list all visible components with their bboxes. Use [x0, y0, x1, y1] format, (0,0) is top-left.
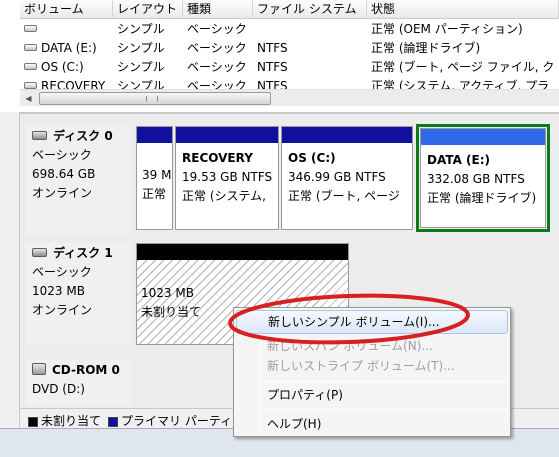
- disk-size: 1023 MB: [32, 284, 85, 298]
- column-layout[interactable]: レイアウト: [113, 0, 183, 19]
- volume-layout: シンプル: [117, 79, 165, 89]
- disk-state: オンライン: [32, 303, 93, 317]
- menu-separator: [264, 381, 508, 382]
- menu-item-help[interactable]: ヘルプ(H): [236, 412, 508, 436]
- disk-name: ディスク 0: [53, 129, 113, 143]
- partition-name: OS (C:): [288, 151, 336, 165]
- partition-bar: [421, 129, 545, 145]
- unallocated-bar: [137, 244, 348, 260]
- volume-fs: NTFS: [257, 41, 288, 55]
- partition-os[interactable]: OS (C:) 346.99 GB NTFS 正常 (ブート, ページ: [281, 126, 413, 230]
- disk-type: ベーシック: [32, 265, 92, 279]
- volume-name: RECOVERY: [41, 79, 106, 89]
- menu-item-new-simple-volume[interactable]: 新しいシンプル ボリューム(I)...: [236, 310, 508, 334]
- disk-1-label[interactable]: ディスク 1 ベーシック 1023 MB オンライン: [26, 243, 131, 345]
- volume-status: 正常 (OEM パーティション): [371, 22, 523, 36]
- legend-item-unallocated: 未割り当て: [28, 412, 101, 429]
- disk-0-label[interactable]: ディスク 0 ベーシック 698.64 GB オンライン: [26, 126, 131, 234]
- unallocated-size: 1023 MB: [141, 286, 194, 300]
- cdrom-name: CD-ROM 0: [52, 363, 120, 377]
- volume-type: ベーシック: [187, 22, 247, 36]
- partition-data[interactable]: DATA (E:) 332.08 GB NTFS 正常 (論理ドライブ): [420, 128, 546, 228]
- volume-fs: [257, 20, 367, 39]
- partition-bar: [176, 127, 278, 143]
- volume-type: ベーシック: [187, 41, 247, 55]
- disk-size: 698.64 GB: [32, 167, 96, 181]
- volume-layout: シンプル: [117, 60, 165, 74]
- volume-icon: [24, 63, 37, 70]
- legend-item-primary: プライマリ パーティ: [108, 412, 232, 429]
- volume-name: DATA (E:): [41, 41, 97, 55]
- partition-status: 正常: [142, 187, 167, 201]
- partition-recovery[interactable]: RECOVERY 19.53 GB NTFS 正常 (システム,: [175, 126, 279, 230]
- volume-row[interactable]: OS (C:) シンプル ベーシック NTFS 正常 (ブート, ページ ファイ…: [20, 58, 559, 77]
- disk-name: ディスク 1: [53, 246, 113, 260]
- volume-status: 正常 (システム, アクティブ, プラ: [371, 79, 550, 89]
- partition-size: 346.99 GB NTFS: [288, 170, 386, 184]
- context-menu: 新しいシンプル ボリューム(I)... 新しいスパン ボリューム(N)... 新…: [233, 307, 511, 437]
- volume-row[interactable]: シンプル ベーシック 正常 (OEM パーティション): [20, 20, 559, 39]
- horizontal-scrollbar[interactable]: ◀: [20, 89, 559, 106]
- menu-item-new-striped-volume[interactable]: 新しいストライプ ボリューム(T)...: [236, 354, 508, 378]
- volume-row[interactable]: DATA (E:) シンプル ベーシック NTFS 正常 (論理ドライブ): [20, 39, 559, 58]
- partition-oem[interactable]: 39 M 正常: [136, 126, 173, 230]
- volume-layout: シンプル: [117, 22, 165, 36]
- volume-icon: [24, 44, 37, 51]
- column-filesystem[interactable]: ファイル システム: [253, 0, 367, 19]
- legend-label: 未割り当て: [41, 414, 102, 428]
- scroll-grip-icon: [146, 96, 158, 102]
- column-header: ボリューム レイアウト 種類 ファイル システム 状態: [20, 0, 559, 19]
- volume-icon: [24, 25, 37, 32]
- partition-status: 正常 (論理ドライブ): [427, 191, 537, 205]
- hard-disk-icon: [32, 130, 47, 140]
- column-type[interactable]: 種類: [183, 0, 253, 19]
- legend-swatch: [28, 416, 38, 427]
- scroll-left-arrow-icon[interactable]: ◀: [20, 90, 37, 107]
- disk-state: オンライン: [32, 186, 93, 200]
- hard-disk-icon: [32, 247, 47, 257]
- volume-name: OS (C:): [41, 60, 84, 74]
- cdrom-drive-icon: [32, 363, 46, 375]
- disk-type: ベーシック: [32, 148, 92, 162]
- partition-name: RECOVERY: [182, 151, 253, 165]
- cdrom-0-label[interactable]: CD-ROM 0 DVD (D:): [26, 360, 131, 406]
- partition-bar: [137, 127, 172, 143]
- menu-item-properties[interactable]: プロパティ(P): [236, 383, 508, 407]
- menu-separator: [264, 409, 508, 410]
- volume-layout: シンプル: [117, 41, 165, 55]
- partition-name: DATA (E:): [427, 153, 490, 167]
- partition-size: 19.53 GB NTFS: [182, 170, 273, 184]
- cdrom-drive: DVD (D:): [32, 382, 85, 396]
- legend-label: プライマリ パーティ: [121, 414, 233, 428]
- partition-size: 39 M: [142, 168, 172, 182]
- volume-type: ベーシック: [187, 60, 247, 74]
- volume-type: ベーシック: [187, 79, 247, 89]
- volume-row[interactable]: RECOVERY シンプル ベーシック NTFS 正常 (システム, アクティブ…: [20, 77, 559, 89]
- partition-status: 正常 (システム,: [182, 189, 266, 203]
- volume-status: 正常 (論理ドライブ): [371, 41, 481, 55]
- volume-icon: [24, 82, 37, 89]
- partition-size: 332.08 GB NTFS: [427, 172, 525, 186]
- column-status[interactable]: 状態: [367, 0, 559, 19]
- column-volume[interactable]: ボリューム: [20, 0, 113, 19]
- legend-swatch: [108, 416, 118, 427]
- partition-bar: [282, 127, 412, 143]
- volume-status: 正常 (ブート, ページ ファイル, ク: [371, 60, 555, 74]
- partition-status: 正常 (ブート, ページ: [288, 189, 400, 203]
- volume-fs: NTFS: [257, 79, 288, 89]
- scrollbar-thumb[interactable]: [39, 92, 271, 105]
- volume-fs: NTFS: [257, 60, 288, 74]
- volume-list: ボリューム レイアウト 種類 ファイル システム 状態 シンプル ベーシック 正…: [0, 0, 559, 112]
